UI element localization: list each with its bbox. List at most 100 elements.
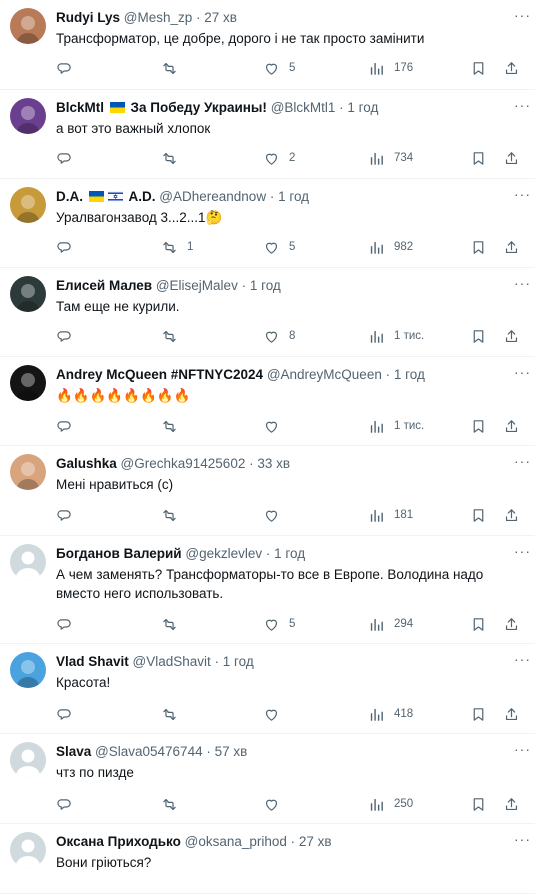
share-button[interactable] xyxy=(503,416,520,436)
timestamp[interactable]: 27 хв xyxy=(299,834,332,849)
views-button[interactable]: 250 xyxy=(368,794,413,814)
timestamp[interactable]: 1 год xyxy=(278,189,309,204)
timestamp[interactable]: 1 год xyxy=(223,654,254,669)
share-button[interactable] xyxy=(503,614,520,634)
share-button[interactable] xyxy=(503,704,520,724)
views-button[interactable]: 982 xyxy=(368,237,413,257)
share-button[interactable] xyxy=(503,326,520,346)
reply-tweet[interactable]: ··· Galushka @Grechka91425602 · 33 хв Мені… xyxy=(0,446,535,536)
reply-button[interactable] xyxy=(57,416,83,436)
author-name[interactable]: Slava xyxy=(56,744,91,759)
author-handle[interactable]: @Grechka91425602 xyxy=(121,456,246,471)
like-button[interactable]: 5 xyxy=(263,58,295,78)
author-name[interactable]: BlckMtl xyxy=(56,100,104,115)
views-button[interactable]: 1 тис. xyxy=(368,416,424,436)
like-button[interactable]: 8 xyxy=(263,326,295,346)
author-handle[interactable]: @Mesh_zp xyxy=(124,10,192,25)
more-options-icon[interactable]: ··· xyxy=(514,453,531,469)
author-name[interactable]: Богданов Валерий xyxy=(56,546,182,561)
retweet-button[interactable] xyxy=(161,704,187,724)
more-options-icon[interactable]: ··· xyxy=(514,97,531,113)
timestamp[interactable]: 1 год xyxy=(274,546,305,561)
like-button[interactable]: 5 xyxy=(263,614,295,634)
bookmark-button[interactable] xyxy=(470,794,487,814)
more-options-icon[interactable]: ··· xyxy=(514,364,531,380)
more-options-icon[interactable]: ··· xyxy=(514,831,531,847)
reply-tweet[interactable]: ··· Елисей Малев @ElisejMalev · 1 год Там … xyxy=(0,268,535,357)
avatar[interactable] xyxy=(10,544,46,580)
author-handle[interactable]: @ElisejMalev xyxy=(156,278,238,293)
reply-tweet[interactable]: ··· Оксана Приходько @oksana_prihod · 27 … xyxy=(0,824,535,894)
bookmark-button[interactable] xyxy=(470,237,487,257)
author-name-suffix[interactable]: За Победу Украины! xyxy=(131,100,267,115)
reply-tweet[interactable]: ··· Rudyi Lys @Mesh_zp · 27 хв Трансформат… xyxy=(0,0,535,90)
author-handle[interactable]: @Slava05476744 xyxy=(95,744,203,759)
reply-button[interactable] xyxy=(57,505,83,525)
retweet-button[interactable] xyxy=(161,58,187,78)
timestamp[interactable]: 1 год xyxy=(250,278,281,293)
avatar[interactable] xyxy=(10,276,46,312)
reply-tweet[interactable]: ··· Vlad Shavit @VladShavit · 1 год Красот… xyxy=(0,644,535,734)
timestamp[interactable]: 1 год xyxy=(394,367,425,382)
author-name[interactable]: Rudyi Lys xyxy=(56,10,120,25)
retweet-button[interactable] xyxy=(161,614,187,634)
reply-tweet[interactable]: ··· D.A. A.D. @ADhereandnow · 1 год Уралва… xyxy=(0,179,535,268)
more-options-icon[interactable]: ··· xyxy=(514,741,531,757)
like-button[interactable] xyxy=(263,794,289,814)
author-handle[interactable]: @ADhereandnow xyxy=(159,189,266,204)
retweet-button[interactable] xyxy=(161,326,187,346)
timestamp[interactable]: 57 хв xyxy=(215,744,248,759)
views-button[interactable]: 181 xyxy=(368,505,413,525)
like-button[interactable] xyxy=(263,704,289,724)
more-options-icon[interactable]: ··· xyxy=(514,186,531,202)
like-button[interactable]: 5 xyxy=(263,237,295,257)
author-name[interactable]: Елисей Малев xyxy=(56,278,152,293)
reply-button[interactable] xyxy=(57,148,83,168)
author-name-suffix[interactable]: A.D. xyxy=(129,189,156,204)
avatar[interactable] xyxy=(10,652,46,688)
reply-tweet[interactable]: ··· Slava @Slava05476744 · 57 хв чтз по пи… xyxy=(0,734,535,824)
reply-button[interactable] xyxy=(57,704,83,724)
views-button[interactable]: 418 xyxy=(368,704,413,724)
bookmark-button[interactable] xyxy=(470,326,487,346)
share-button[interactable] xyxy=(503,58,520,78)
views-button[interactable]: 1 тис. xyxy=(368,326,424,346)
avatar[interactable] xyxy=(10,187,46,223)
reply-tweet[interactable]: ··· Andrey McQueen #NFTNYC2024 @AndreyMcQ… xyxy=(0,357,535,446)
share-button[interactable] xyxy=(503,794,520,814)
avatar[interactable] xyxy=(10,98,46,134)
bookmark-button[interactable] xyxy=(470,505,487,525)
author-handle[interactable]: @oksana_prihod xyxy=(185,834,287,849)
views-button[interactable]: 176 xyxy=(368,58,413,78)
avatar[interactable] xyxy=(10,832,46,868)
bookmark-button[interactable] xyxy=(470,704,487,724)
reply-tweet[interactable]: ··· BlckMtl За Победу Украины! @BlckMtl1 … xyxy=(0,90,535,179)
reply-button[interactable] xyxy=(57,614,83,634)
views-button[interactable]: 294 xyxy=(368,614,413,634)
share-button[interactable] xyxy=(503,148,520,168)
author-handle[interactable]: @gekzlevlev xyxy=(185,546,262,561)
author-name[interactable]: Andrey McQueen #NFTNYC2024 xyxy=(56,367,263,382)
retweet-button[interactable] xyxy=(161,148,187,168)
retweet-button[interactable]: 1 xyxy=(161,237,193,257)
author-handle[interactable]: @BlckMtl1 xyxy=(271,100,336,115)
retweet-button[interactable] xyxy=(161,794,187,814)
more-options-icon[interactable]: ··· xyxy=(514,7,531,23)
author-name[interactable]: D.A. xyxy=(56,189,83,204)
bookmark-button[interactable] xyxy=(470,58,487,78)
author-name[interactable]: Vlad Shavit xyxy=(56,654,129,669)
avatar[interactable] xyxy=(10,454,46,490)
bookmark-button[interactable] xyxy=(470,148,487,168)
retweet-button[interactable] xyxy=(161,416,187,436)
avatar[interactable] xyxy=(10,742,46,778)
author-handle[interactable]: @VladShavit xyxy=(133,654,211,669)
share-button[interactable] xyxy=(503,237,520,257)
reply-button[interactable] xyxy=(57,326,83,346)
like-button[interactable] xyxy=(263,416,289,436)
more-options-icon[interactable]: ··· xyxy=(514,543,531,559)
reply-button[interactable] xyxy=(57,237,83,257)
retweet-button[interactable] xyxy=(161,505,187,525)
reply-button[interactable] xyxy=(57,58,83,78)
share-button[interactable] xyxy=(503,505,520,525)
author-name[interactable]: Оксана Приходько xyxy=(56,834,181,849)
